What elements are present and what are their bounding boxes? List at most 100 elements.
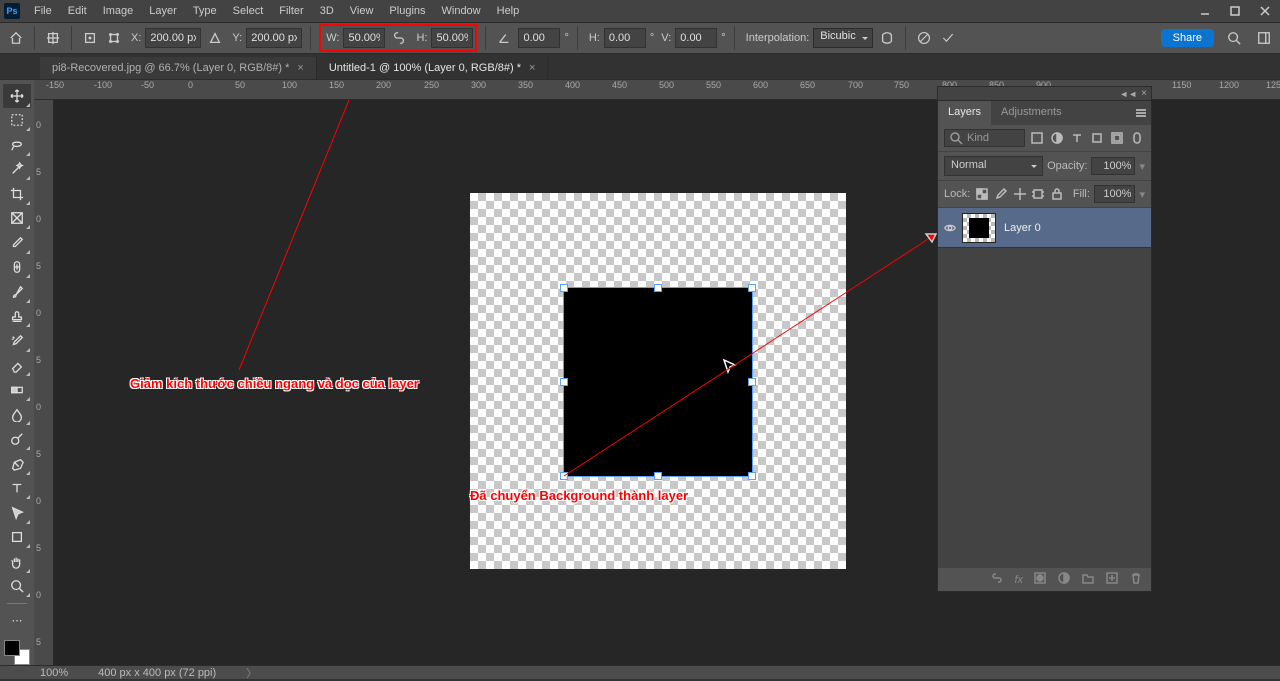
filter-adjust-icon[interactable] [1049,130,1065,146]
menu-help[interactable]: Help [489,2,528,20]
layer-name[interactable]: Layer 0 [1004,222,1041,234]
lock-position-icon[interactable] [1012,186,1027,202]
x-position-input[interactable] [145,28,201,48]
search-icon[interactable] [1224,28,1244,48]
gradient-tool-icon[interactable] [3,378,31,402]
panel-menu-icon[interactable] [1131,101,1151,125]
window-close-icon[interactable] [1250,0,1280,22]
window-minimize-icon[interactable] [1190,0,1220,22]
wand-tool-icon[interactable] [3,158,31,182]
fx-icon[interactable]: fx [1014,574,1023,586]
filter-smart-icon[interactable] [1109,130,1125,146]
lock-artboard-icon[interactable] [1031,186,1046,202]
home-icon[interactable] [6,28,26,48]
stamp-tool-icon[interactable] [3,305,31,329]
layer-filter-search[interactable]: Kind [944,129,1025,147]
lasso-tool-icon[interactable] [3,133,31,157]
menu-window[interactable]: Window [434,2,489,20]
menu-type[interactable]: Type [185,2,225,20]
layer-row[interactable]: Layer 0 [938,208,1151,248]
edit-toolbar-icon[interactable]: ⋯ [3,609,31,633]
window-maximize-icon[interactable] [1220,0,1250,22]
marquee-tool-icon[interactable] [3,109,31,133]
brush-tool-icon[interactable] [3,280,31,304]
eyedropper-tool-icon[interactable] [3,231,31,255]
path-select-tool-icon[interactable] [3,501,31,525]
menu-edit[interactable]: Edit [60,2,95,20]
menu-file[interactable]: File [26,2,60,20]
delta-icon[interactable] [205,28,225,48]
menu-3d[interactable]: 3D [312,2,342,20]
type-tool-icon[interactable] [3,477,31,501]
collapse-icon[interactable]: ◄◄ [1119,89,1137,99]
blend-mode-select[interactable]: Normal [944,156,1043,176]
menu-select[interactable]: Select [225,2,272,20]
skew-h-input[interactable] [604,28,646,48]
share-button[interactable]: Share [1161,29,1214,47]
workspace-icon[interactable] [1254,28,1274,48]
transform-handle[interactable] [748,378,756,386]
angle-input[interactable] [518,28,560,48]
tab-layers[interactable]: Layers [938,101,991,125]
lock-transparency-icon[interactable] [974,186,989,202]
link-layers-icon[interactable] [990,571,1004,588]
menu-layer[interactable]: Layer [141,2,185,20]
move-tool-icon[interactable] [3,84,31,108]
opacity-value[interactable]: 100% [1091,157,1135,175]
reference-toggle-icon[interactable] [104,28,124,48]
crop-tool-icon[interactable] [3,182,31,206]
transform-handle[interactable] [748,472,756,480]
panel-close-icon[interactable]: × [1141,88,1147,99]
eraser-tool-icon[interactable] [3,354,31,378]
trash-icon[interactable] [1129,571,1143,588]
document-tab[interactable]: Untitled-1 @ 100% (Layer 0, RGB/8#) * × [317,57,549,79]
filter-pixel-icon[interactable] [1029,130,1045,146]
healing-tool-icon[interactable] [3,256,31,280]
transform-handle[interactable] [560,284,568,292]
close-icon[interactable]: × [529,62,535,74]
mask-icon[interactable] [1033,571,1047,588]
warp-icon[interactable] [877,28,897,48]
transformed-layer[interactable] [564,288,752,476]
width-input[interactable] [343,28,385,48]
zoom-tool-icon[interactable] [3,575,31,599]
frame-tool-icon[interactable] [3,207,31,231]
history-brush-tool-icon[interactable] [3,329,31,353]
transform-handle[interactable] [560,472,568,480]
fill-value[interactable]: 100% [1094,185,1136,203]
blur-tool-icon[interactable] [3,403,31,427]
hand-tool-icon[interactable] [3,550,31,574]
transform-handle[interactable] [654,472,662,480]
lock-paint-icon[interactable] [993,186,1008,202]
link-icon[interactable] [389,28,409,48]
menu-plugins[interactable]: Plugins [381,2,433,20]
filter-toggle-icon[interactable] [1129,130,1145,146]
visibility-icon[interactable] [938,221,962,235]
menu-view[interactable]: View [342,2,382,20]
adjustment-icon[interactable] [1057,571,1071,588]
document-info[interactable]: 400 px x 400 px (72 ppi) [98,667,216,679]
new-layer-icon[interactable] [1105,571,1119,588]
y-position-input[interactable] [246,28,302,48]
group-icon[interactable] [1081,571,1095,588]
tab-adjustments[interactable]: Adjustments [991,101,1072,125]
color-swatches[interactable] [4,640,30,665]
height-input[interactable] [431,28,473,48]
menu-filter[interactable]: Filter [271,2,311,20]
menu-image[interactable]: Image [95,2,142,20]
pen-tool-icon[interactable] [3,452,31,476]
document-tab[interactable]: pi8-Recovered.jpg @ 66.7% (Layer 0, RGB/… [40,57,317,79]
transform-handle[interactable] [748,284,756,292]
transform-handle[interactable] [560,378,568,386]
dodge-tool-icon[interactable] [3,427,31,451]
transform-handle[interactable] [654,284,662,292]
reference-point-icon[interactable] [80,28,100,48]
zoom-level[interactable]: 100% [40,667,68,679]
lock-all-icon[interactable] [1050,186,1065,202]
interpolation-select[interactable]: Bicubic [813,28,872,48]
layer-thumbnail[interactable] [962,213,996,243]
filter-shape-icon[interactable] [1089,130,1105,146]
close-icon[interactable]: × [297,62,303,74]
filter-type-icon[interactable] [1069,130,1085,146]
transform-tool-icon[interactable] [43,28,63,48]
